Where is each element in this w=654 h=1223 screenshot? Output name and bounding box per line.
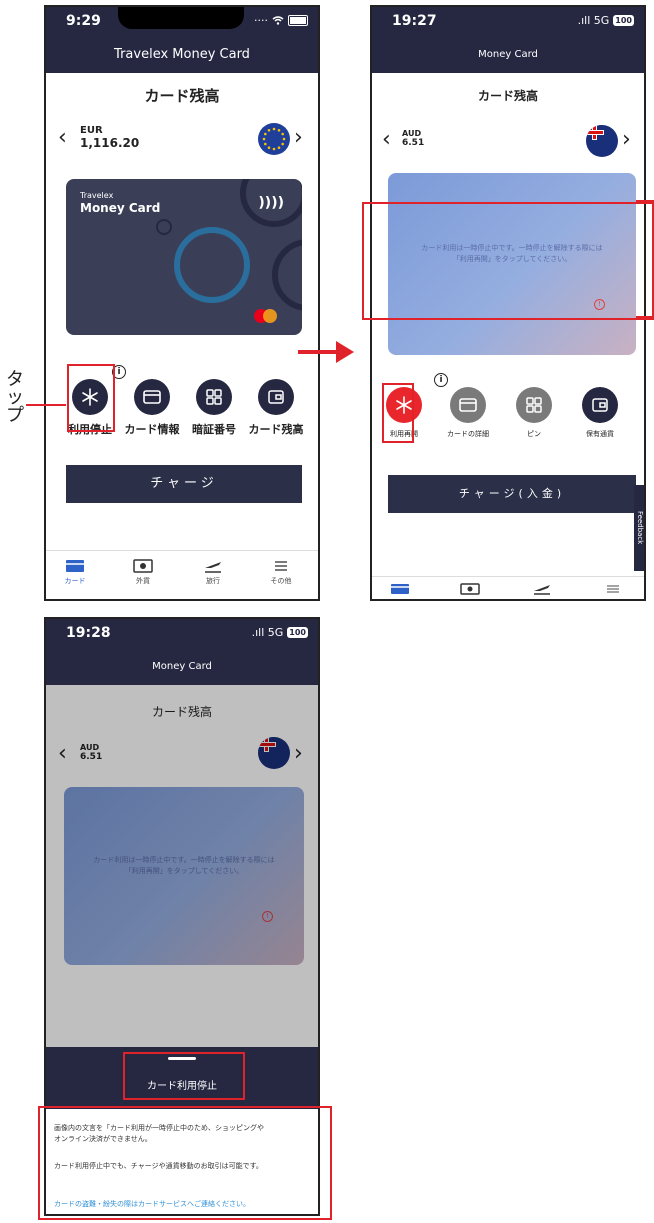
plane-tab-icon[interactable] bbox=[532, 583, 552, 595]
tab-currency[interactable]: 外貨 bbox=[118, 559, 168, 586]
action-label: カード情報 bbox=[124, 423, 180, 436]
highlight-unfreeze-button bbox=[382, 383, 414, 443]
action-label: 暗証番号 bbox=[192, 423, 236, 436]
highlight-tick bbox=[636, 316, 654, 318]
battery-level: 100 bbox=[287, 627, 308, 638]
tab-travel[interactable]: 旅行 bbox=[188, 559, 238, 586]
action-label: 保有通貨 bbox=[586, 430, 614, 438]
status-bar: 19:28 .ıll 5G 100 bbox=[46, 619, 318, 649]
card-icon bbox=[134, 379, 170, 415]
status-bar: 9:29 ···· bbox=[46, 7, 318, 37]
wifi-icon bbox=[272, 16, 284, 25]
action-label: ピン bbox=[527, 430, 541, 438]
tab-more[interactable]: その他 bbox=[256, 559, 306, 586]
menu-tab-icon[interactable] bbox=[606, 583, 620, 595]
card-ring-decoration bbox=[272, 239, 302, 311]
page-title: カード残高 bbox=[144, 87, 220, 105]
notch bbox=[118, 7, 244, 29]
next-currency-button[interactable]: › bbox=[294, 127, 303, 149]
modal-backdrop[interactable] bbox=[46, 685, 318, 1047]
tab-label: カード bbox=[64, 577, 86, 585]
card-details-button[interactable]: カードの詳細 bbox=[438, 387, 498, 439]
currency-code: AUD bbox=[402, 129, 422, 138]
currency-balance: EUR 1,116.20 bbox=[80, 125, 139, 150]
card-ring-decoration bbox=[174, 227, 250, 303]
eu-flag-icon bbox=[258, 123, 290, 155]
status-bar: 19:27 .ıll 5G 100 bbox=[372, 7, 644, 37]
flow-arrow-head bbox=[336, 341, 354, 363]
card-brand-large: Money Card bbox=[80, 201, 161, 215]
mastercard-icon bbox=[263, 309, 277, 323]
prev-currency-button[interactable]: ‹ bbox=[58, 127, 67, 149]
prev-currency-button[interactable]: ‹ bbox=[382, 129, 391, 151]
tap-annotation-label: タップ bbox=[6, 369, 24, 426]
app-title: Travelex Money Card bbox=[46, 37, 318, 73]
card-brand-small: Travelex bbox=[80, 191, 114, 200]
card-ring-decoration bbox=[156, 219, 172, 235]
highlight-sheet-title bbox=[123, 1052, 245, 1100]
tab-label: 外貨 bbox=[136, 577, 150, 585]
money-tab-icon[interactable] bbox=[460, 583, 480, 595]
tap-annotation-line bbox=[26, 404, 66, 406]
pin-button[interactable]: 暗証番号 bbox=[184, 379, 244, 437]
card-info-button[interactable]: カード情報 bbox=[122, 379, 182, 437]
charge-button[interactable]: チャージ(入金) bbox=[388, 475, 636, 513]
info-icon[interactable]: i bbox=[434, 373, 448, 387]
wallet-icon bbox=[582, 387, 618, 423]
card-icon bbox=[450, 387, 486, 423]
au-flag-icon bbox=[586, 125, 618, 157]
charge-button[interactable]: チャージ bbox=[66, 465, 302, 503]
holding-currencies-button[interactable]: 保有通貨 bbox=[570, 387, 630, 439]
tab-bar bbox=[372, 576, 644, 599]
card-balance-button[interactable]: カード残高 bbox=[246, 379, 306, 437]
tab-bar: カード 外貨 旅行 その他 bbox=[46, 550, 318, 599]
flow-arrow bbox=[298, 350, 338, 354]
balance-amount: 6.51 bbox=[402, 138, 425, 148]
status-time: 19:28 bbox=[66, 625, 111, 641]
status-time: 19:27 bbox=[392, 13, 437, 29]
highlight-sheet-body bbox=[38, 1106, 332, 1220]
status-time: 9:29 bbox=[66, 13, 101, 29]
pin-button[interactable]: ピン bbox=[504, 387, 564, 439]
highlight-freeze-button bbox=[67, 364, 115, 432]
keypad-icon bbox=[196, 379, 232, 415]
tab-card[interactable]: カード bbox=[50, 559, 100, 586]
screen-card-balance-eur: 9:29 ···· Travelex Money Card カード残高 ‹ EU… bbox=[44, 5, 320, 601]
plane-tab-icon bbox=[205, 562, 221, 573]
keypad-icon bbox=[516, 387, 552, 423]
action-label: カード残高 bbox=[248, 423, 304, 436]
page-title: カード残高 bbox=[477, 89, 538, 103]
battery-icon bbox=[288, 15, 308, 26]
wallet-icon bbox=[258, 379, 294, 415]
money-card-image: Travelex Money Card )))) bbox=[66, 179, 302, 335]
menu-tab-icon bbox=[275, 561, 287, 571]
signal-indicator: .ıll 5G bbox=[251, 626, 284, 639]
signal-indicator: .ıll 5G bbox=[577, 14, 610, 27]
dots-icon: ···· bbox=[254, 14, 268, 27]
currency-code: EUR bbox=[80, 125, 103, 136]
app-title: Money Card bbox=[372, 37, 644, 73]
currency-balance: AUD 6.51 bbox=[402, 129, 424, 148]
action-label: カードの詳細 bbox=[447, 430, 489, 438]
money-tab-icon bbox=[133, 559, 153, 573]
battery-level: 100 bbox=[613, 15, 634, 26]
card-tab-icon bbox=[66, 560, 84, 572]
tab-label: 旅行 bbox=[206, 577, 220, 585]
next-currency-button[interactable]: › bbox=[622, 129, 631, 151]
highlight-tick bbox=[636, 200, 654, 202]
tab-label: その他 bbox=[270, 577, 292, 585]
balance-amount: 1,116.20 bbox=[80, 136, 140, 150]
card-ring-decoration bbox=[240, 179, 302, 227]
highlight-card-message bbox=[362, 202, 654, 320]
feedback-tab[interactable]: Feedback bbox=[634, 485, 644, 571]
card-tab-icon[interactable] bbox=[390, 583, 410, 595]
app-title: Money Card bbox=[46, 649, 318, 685]
